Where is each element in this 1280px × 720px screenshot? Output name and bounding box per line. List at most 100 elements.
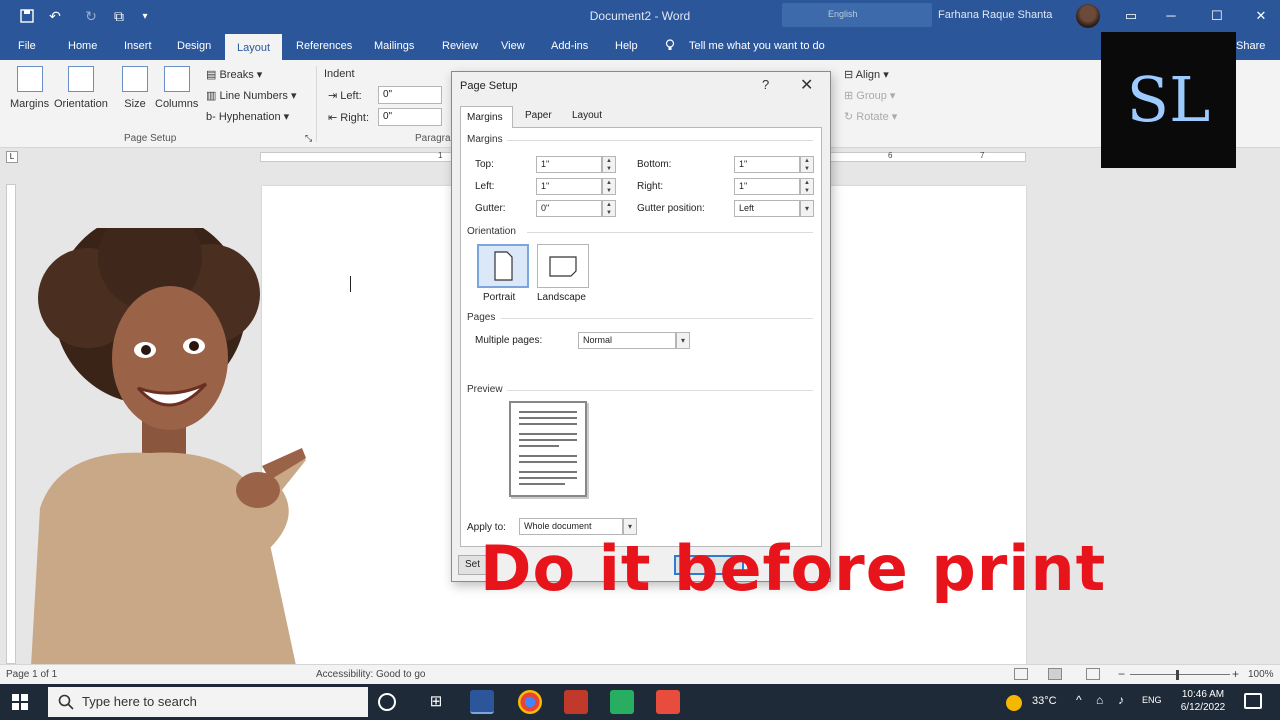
- ribbon-display-icon[interactable]: ▭: [1120, 6, 1142, 26]
- tab-home[interactable]: Home: [68, 40, 97, 52]
- top-margin-input[interactable]: 1": [536, 156, 602, 173]
- network-icon[interactable]: ⌂: [1096, 693, 1103, 707]
- left-margin-input[interactable]: 1": [536, 178, 602, 195]
- zoom-slider[interactable]: [1130, 674, 1230, 675]
- read-mode-icon[interactable]: [1014, 668, 1028, 680]
- chevron-down-icon[interactable]: ▾: [676, 332, 690, 349]
- notifications-icon[interactable]: [1244, 693, 1262, 709]
- web-layout-icon[interactable]: [1086, 668, 1100, 680]
- zoom-level[interactable]: 100%: [1248, 669, 1274, 680]
- gutter-label: Gutter:: [475, 203, 506, 214]
- bottom-margin-input[interactable]: 1": [734, 156, 800, 173]
- lightbulb-icon: [665, 39, 675, 50]
- left-margin-spinner[interactable]: ▲ ▼: [602, 178, 616, 195]
- task-view-icon[interactable]: ⊞: [424, 690, 448, 714]
- page-count[interactable]: Page 1 of 1: [6, 669, 57, 680]
- zoom-in-icon[interactable]: +: [1232, 667, 1239, 681]
- gutter-input[interactable]: 0": [536, 200, 602, 217]
- page-setup-launcher-icon[interactable]: ⤡: [305, 133, 312, 144]
- indent-right-label: ⇤ Right:: [328, 112, 370, 124]
- page-preview: [509, 401, 587, 497]
- tell-me-search[interactable]: Tell me what you want to do: [665, 39, 825, 52]
- paint-app-icon[interactable]: [564, 690, 588, 714]
- columns-button[interactable]: Columns: [155, 66, 198, 110]
- hyphenation-button[interactable]: b‐ Hyphenation ▾: [206, 110, 289, 123]
- tab-file[interactable]: File: [18, 40, 36, 52]
- tab-layout[interactable]: Layout: [225, 32, 282, 60]
- help-button[interactable]: ?: [762, 77, 769, 92]
- chevron-down-icon[interactable]: ▾: [800, 200, 814, 217]
- user-name[interactable]: Farhana Raque Shanta: [938, 9, 1052, 21]
- close-window-button[interactable]: ✕: [1250, 6, 1272, 26]
- indent-label: Indent: [324, 68, 355, 80]
- tab-mailings[interactable]: Mailings: [374, 40, 414, 52]
- input-language[interactable]: ENG: [1142, 695, 1162, 705]
- search-hint: English: [828, 9, 858, 19]
- indent-left-input[interactable]: 0": [378, 86, 442, 104]
- landscape-option[interactable]: [537, 244, 589, 288]
- gutter-position-select[interactable]: Left: [734, 200, 800, 217]
- zoom-slider-thumb[interactable]: [1176, 670, 1179, 680]
- tab-add-ins[interactable]: Add-ins: [551, 40, 588, 52]
- cortana-icon[interactable]: [378, 693, 396, 711]
- tab-insert[interactable]: Insert: [124, 40, 152, 52]
- user-avatar[interactable]: [1076, 4, 1100, 28]
- tab-layout-dialog[interactable]: Layout: [572, 110, 602, 121]
- channel-logo: SL: [1101, 32, 1236, 168]
- dialog-close-button[interactable]: ✕: [800, 75, 813, 95]
- volume-icon[interactable]: ♪: [1118, 693, 1124, 707]
- clock[interactable]: 10:46 AM 6/12/2022: [1172, 688, 1234, 714]
- bottom-label: Bottom:: [637, 159, 672, 170]
- windows-start-icon[interactable]: [12, 694, 28, 710]
- right-label: Right:: [637, 181, 664, 192]
- section-divider: [507, 140, 813, 141]
- portrait-label: Portrait: [483, 292, 516, 303]
- breaks-button[interactable]: ▤ Breaks ▾: [206, 68, 262, 81]
- group-button[interactable]: ⊞ Group ▾: [844, 89, 895, 102]
- chrome-icon[interactable]: [518, 690, 542, 714]
- multiple-pages-select[interactable]: Normal: [578, 332, 676, 349]
- bottom-margin-spinner[interactable]: ▲ ▼: [800, 156, 814, 173]
- tab-view[interactable]: View: [501, 40, 525, 52]
- zoom-out-icon[interactable]: −: [1118, 667, 1125, 681]
- tab-paper[interactable]: Paper: [525, 110, 552, 121]
- top-margin-spinner[interactable]: ▲ ▼: [602, 156, 616, 173]
- camtasia-green-icon[interactable]: [610, 690, 634, 714]
- show-hidden-icons-icon[interactable]: ^: [1076, 693, 1082, 707]
- camtasia-red-icon[interactable]: [656, 690, 680, 714]
- share-button[interactable]: Share: [1236, 40, 1265, 52]
- ruler-number: 7: [980, 151, 985, 160]
- text-cursor: [350, 276, 351, 292]
- status-bar: Page 1 of 1 Accessibility: Good to go − …: [0, 664, 1280, 684]
- indent-right-input[interactable]: 0": [378, 108, 442, 126]
- taskbar-search-box[interactable]: Type here to search: [48, 687, 368, 717]
- gutter-spinner[interactable]: ▲ ▼: [602, 200, 616, 217]
- margins-button[interactable]: Margins: [10, 66, 49, 110]
- orientation-button[interactable]: Orientation: [54, 66, 108, 110]
- size-button[interactable]: Size: [122, 66, 148, 110]
- right-margin-spinner[interactable]: ▲ ▼: [800, 178, 814, 195]
- overlay-caption: Do it before print: [480, 532, 1107, 605]
- tab-margins[interactable]: Margins: [460, 106, 513, 128]
- title-bar: ↶ ↻ ⧉ ▾ Document2 - Word English Farhana…: [0, 0, 1280, 32]
- temperature[interactable]: 33°C: [1032, 695, 1057, 707]
- rotate-button[interactable]: ↻ Rotate ▾: [844, 110, 897, 123]
- line-numbers-button[interactable]: ▥ Line Numbers ▾: [206, 89, 297, 102]
- weather-icon[interactable]: [1006, 695, 1022, 711]
- minimize-button[interactable]: ─: [1160, 6, 1182, 26]
- portrait-option[interactable]: [477, 244, 529, 288]
- restore-button[interactable]: ☐: [1206, 6, 1228, 26]
- word-app-icon[interactable]: [470, 690, 494, 714]
- tab-selector-icon[interactable]: L: [6, 151, 18, 163]
- right-margin-input[interactable]: 1": [734, 178, 800, 195]
- tab-design[interactable]: Design: [177, 40, 211, 52]
- tab-help[interactable]: Help: [615, 40, 638, 52]
- tab-review[interactable]: Review: [442, 40, 478, 52]
- print-layout-icon[interactable]: [1048, 668, 1062, 680]
- size-icon: [122, 66, 148, 92]
- tab-references[interactable]: References: [296, 40, 352, 52]
- title-search-box[interactable]: English: [782, 3, 932, 27]
- preview-section-label: Preview: [467, 384, 503, 395]
- align-button[interactable]: ⊟ Align ▾: [844, 68, 889, 81]
- accessibility-status[interactable]: Accessibility: Good to go: [316, 669, 426, 680]
